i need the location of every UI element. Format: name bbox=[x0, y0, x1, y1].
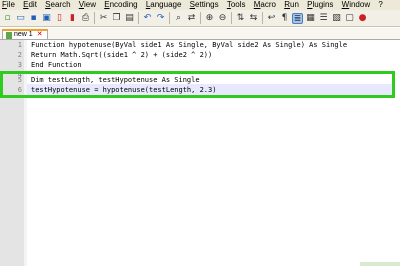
toolbar-separator bbox=[94, 12, 95, 24]
close-tab-icon[interactable]: ✕ bbox=[37, 31, 43, 39]
record-macro-icon[interactable]: ● bbox=[357, 13, 368, 24]
show-all-chars-icon[interactable]: ¶ bbox=[279, 13, 290, 24]
menu-settings[interactable]: Settings bbox=[190, 0, 219, 10]
line-number: 2 bbox=[17, 51, 22, 59]
toolbar-separator bbox=[262, 12, 263, 24]
function-list-icon[interactable]: ☰ bbox=[318, 13, 329, 24]
code-line[interactable]: Return Math.Sqrt((side1 ^ 2) + (side2 ^ … bbox=[31, 50, 212, 60]
menu-encoding[interactable]: Encoding bbox=[104, 0, 137, 10]
toolbar-separator bbox=[200, 12, 201, 24]
menu-file[interactable]: File bbox=[2, 0, 15, 10]
monitor-icon[interactable]: ▢ bbox=[344, 13, 355, 24]
tab-new-1[interactable]: new 1 ✕ bbox=[2, 29, 48, 39]
new-file-icon[interactable]: ▫ bbox=[2, 13, 13, 24]
code-line[interactable]: End Function bbox=[31, 60, 82, 70]
menu-macro[interactable]: Macro bbox=[254, 0, 276, 10]
folder-icon[interactable]: ▦ bbox=[305, 13, 316, 24]
redo-icon[interactable]: ↷ bbox=[155, 13, 166, 24]
corner-mark bbox=[360, 262, 400, 266]
menu-search[interactable]: Search bbox=[45, 0, 70, 10]
menu-edit[interactable]: Edit bbox=[23, 0, 37, 10]
close-icon[interactable]: ▯ bbox=[54, 13, 65, 24]
menu-window[interactable]: Window bbox=[342, 0, 370, 10]
line-number: 1 bbox=[17, 41, 22, 49]
print-icon[interactable]: ⎙ bbox=[80, 13, 91, 24]
doc-map-icon[interactable]: ▧ bbox=[331, 13, 342, 24]
paste-icon[interactable]: ▤ bbox=[124, 13, 135, 24]
toolbar-separator bbox=[169, 12, 170, 24]
menu-bar: File Edit Search View Encoding Language … bbox=[0, 0, 400, 10]
tab-bar: new 1 ✕ bbox=[0, 28, 400, 40]
indent-guide-icon[interactable]: ≣ bbox=[292, 12, 303, 24]
menu-view[interactable]: View bbox=[79, 0, 96, 10]
copy-icon[interactable]: ❐ bbox=[111, 13, 122, 24]
line-number: 3 bbox=[17, 61, 22, 69]
menu-run[interactable]: Run bbox=[284, 0, 299, 10]
word-wrap-icon[interactable]: ↩ bbox=[266, 13, 277, 24]
menu-help[interactable]: ? bbox=[378, 0, 382, 10]
toolbar-separator bbox=[138, 12, 139, 24]
close-all-icon[interactable]: ▮ bbox=[67, 13, 78, 24]
find-icon[interactable]: ⌕ bbox=[173, 13, 184, 24]
save-icon[interactable]: ▪ bbox=[28, 13, 39, 24]
sync-h-icon[interactable]: ⇆ bbox=[248, 13, 259, 24]
replace-icon[interactable]: ⇄ bbox=[186, 13, 197, 24]
toolbar-separator bbox=[231, 12, 232, 24]
highlight-box bbox=[0, 71, 395, 98]
sync-v-icon[interactable]: ⇅ bbox=[235, 13, 246, 24]
cut-icon[interactable]: ✂ bbox=[98, 13, 109, 24]
toolbar: ▫ ▭ ▪ ▣ ▯ ▮ ⎙ ✂ ❐ ▤ ↶ ↷ ⌕ ⇄ ⊕ ⊖ ⇅ ⇆ ↩ ¶ … bbox=[0, 10, 400, 27]
menu-tools[interactable]: Tools bbox=[227, 0, 246, 10]
menu-language[interactable]: Language bbox=[146, 0, 182, 10]
tab-label: new 1 bbox=[14, 31, 33, 38]
open-icon[interactable]: ▭ bbox=[15, 13, 26, 24]
menu-plugins[interactable]: Plugins bbox=[307, 0, 333, 10]
zoom-in-icon[interactable]: ⊕ bbox=[204, 13, 215, 24]
zoom-out-icon[interactable]: ⊖ bbox=[217, 13, 228, 24]
save-all-icon[interactable]: ▣ bbox=[41, 13, 52, 24]
undo-icon[interactable]: ↶ bbox=[142, 13, 153, 24]
file-icon bbox=[6, 31, 12, 39]
code-line[interactable]: Function hypotenuse(ByVal side1 As Singl… bbox=[31, 40, 347, 50]
